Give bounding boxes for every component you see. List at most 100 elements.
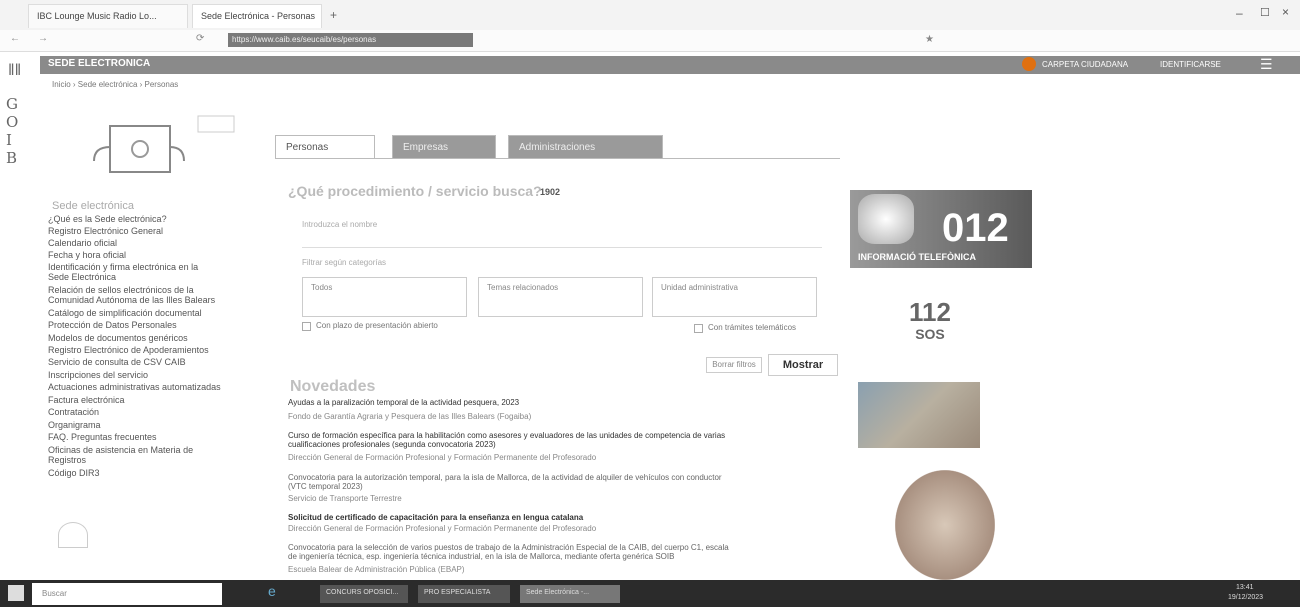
- breadcrumb: Inicio › Sede electrónica › Personas: [52, 80, 179, 89]
- sidebar-link[interactable]: Oficinas de asistencia en Materia de: [48, 445, 193, 455]
- filter-card-unidad[interactable]: Unidad administrativa: [652, 277, 817, 317]
- news-title[interactable]: Convocatoria para la selección de varios…: [288, 543, 729, 552]
- tab-personas[interactable]: Personas: [275, 135, 375, 159]
- news-title[interactable]: Ayudas a la paralización temporal de la …: [288, 398, 519, 407]
- results-count: 1902: [540, 187, 561, 197]
- sidebar-link[interactable]: Protección de Datos Personales: [48, 320, 177, 330]
- filter-card-label: Unidad administrativa: [661, 283, 738, 292]
- sidebar-link[interactable]: Registros: [48, 455, 86, 465]
- sidebar-link[interactable]: Servicio de consulta de CSV CAIB: [48, 357, 186, 367]
- news-source: Escuela Balear de Administración Pública…: [288, 565, 465, 574]
- star-icon[interactable]: ★: [925, 34, 934, 45]
- rail-letter: B: [6, 149, 18, 167]
- banner-112[interactable]: 112 SOS: [900, 298, 960, 356]
- news-title[interactable]: Solicitud de certificado de capacitación…: [288, 513, 583, 522]
- taskbar-app[interactable]: CONCURS OPOSICI...: [320, 585, 408, 603]
- sidebar-link[interactable]: Actuaciones administrativas automatizada…: [48, 382, 221, 392]
- search-input[interactable]: [302, 234, 822, 248]
- sidebar-link[interactable]: Identificación y firma electrónica en la: [48, 262, 198, 272]
- browser-tab-radio[interactable]: IBC Lounge Music Radio Lo...: [28, 4, 188, 28]
- logo-icon: [58, 522, 88, 548]
- address-bar: [0, 30, 1300, 52]
- banner-112-number: 112: [909, 297, 951, 327]
- sidebar-link[interactable]: Calendario oficial: [48, 238, 117, 248]
- rail-letter: O: [6, 113, 19, 131]
- filter-card-temas[interactable]: Temas relacionados: [478, 277, 643, 317]
- mostrar-button[interactable]: Mostrar: [768, 354, 838, 376]
- identificarse-link[interactable]: IDENTIFICARSE: [1160, 60, 1221, 69]
- browser-tab-sede[interactable]: Sede Electrónica - Personas: [192, 4, 322, 28]
- search-label: Introduzca el nombre: [302, 220, 378, 229]
- banner-photo[interactable]: [858, 382, 980, 448]
- clock-date: 19/12/2023: [1228, 594, 1264, 601]
- breadcrumb-item[interactable]: Inicio: [52, 80, 71, 89]
- rail-letter: G: [6, 95, 18, 113]
- tab-administraciones[interactable]: Administraciones: [508, 135, 663, 159]
- taskbar-app[interactable]: Sede Electrónica -...: [520, 585, 620, 603]
- sidebar-link[interactable]: Factura electrónica: [48, 395, 125, 405]
- sidebar-link[interactable]: Organigrama: [48, 420, 101, 430]
- carpeta-link[interactable]: CARPETA CIUDADANA: [1042, 60, 1128, 69]
- novedades-title: Novedades: [290, 378, 376, 395]
- filter-label: Filtrar según categorías: [302, 258, 387, 267]
- sidebar-title: Sede electrónica: [52, 200, 134, 212]
- news-title[interactable]: Curso de formación específica para la ha…: [288, 431, 725, 440]
- forward-icon[interactable]: →: [38, 33, 48, 44]
- sidebar-link[interactable]: Modelos de documentos genéricos: [48, 333, 188, 343]
- news-title[interactable]: (VTC temporal 2023): [288, 482, 363, 491]
- hamburger-icon[interactable]: ☰: [1260, 56, 1273, 73]
- new-tab-icon[interactable]: +: [330, 8, 337, 22]
- checkbox-plazo[interactable]: [302, 322, 311, 331]
- sidebar-link[interactable]: Inscripciones del servicio: [48, 370, 148, 380]
- sidebar-link[interactable]: Registro Electrónico de Apoderamientos: [48, 345, 209, 355]
- sidebar-link[interactable]: ¿Qué es la Sede electrónica?: [48, 214, 167, 224]
- sidebar-link[interactable]: Registro Electrónico General: [48, 226, 163, 236]
- site-title[interactable]: SEDE ELECTRONICA: [48, 58, 150, 69]
- close-icon[interactable]: ×: [1282, 5, 1289, 19]
- sidebar-link[interactable]: Relación de sellos electrónicos de la: [48, 285, 194, 295]
- breadcrumb-item[interactable]: Sede electrónica: [78, 80, 138, 89]
- clear-filters-button[interactable]: Borrar filtros: [706, 357, 762, 373]
- news-source: Dirección General de Formación Profesion…: [288, 524, 597, 533]
- checkbox-telematicos-label: Con trámites telemáticos: [708, 323, 797, 332]
- maximize-icon[interactable]: ☐: [1260, 6, 1270, 19]
- banner-012[interactable]: 012 INFORMACIÓ TELEFÒNICA: [850, 190, 1032, 268]
- face-image: [858, 194, 914, 244]
- news-title[interactable]: de ingeniería técnica, esp. ingeniería t…: [288, 552, 674, 561]
- menu-icon[interactable]: ǁǁ: [8, 62, 21, 80]
- checkbox-telematicos[interactable]: [694, 324, 703, 333]
- breadcrumb-item: Personas: [144, 80, 179, 89]
- news-source: Dirección General de Formación Profesion…: [288, 453, 597, 462]
- banner-112-sos: SOS: [915, 326, 945, 342]
- news-source: Servicio de Transporte Terrestre: [288, 494, 402, 503]
- edge-icon[interactable]: e: [268, 583, 276, 599]
- minimize-icon[interactable]: –: [1236, 6, 1243, 20]
- news-title[interactable]: cualificaciones profesionales (segunda c…: [288, 440, 496, 449]
- sidebar-link[interactable]: Sede Electrónica: [48, 272, 116, 282]
- sidebar-link[interactable]: FAQ. Preguntas frecuentes: [48, 432, 157, 442]
- sidebar-link[interactable]: Catálogo de simplificación documental: [48, 308, 202, 318]
- url-field[interactable]: https://www.caib.es/seucaib/es/personas: [228, 33, 473, 47]
- sidebar-link[interactable]: Código DIR3: [48, 468, 100, 478]
- sidebar-link[interactable]: Fecha y hora oficial: [48, 250, 126, 260]
- tab-empresas[interactable]: Empresas: [392, 135, 496, 159]
- sede-illustration: [93, 115, 235, 173]
- rail-letter: I: [6, 131, 12, 149]
- back-icon[interactable]: ←: [10, 33, 20, 44]
- checkbox-plazo-label: Con plazo de presentación abierto: [316, 321, 438, 330]
- taskbar-search[interactable]: Buscar: [32, 583, 222, 605]
- clock-time: 13:41: [1236, 584, 1254, 591]
- refresh-icon[interactable]: ⟳: [196, 33, 204, 44]
- news-title[interactable]: Convocatoria para la autorización tempor…: [288, 473, 722, 482]
- banner-boy-photo[interactable]: [895, 470, 995, 580]
- page-title: ¿Qué procedimiento / servicio busca?: [288, 183, 542, 199]
- windows-start-icon[interactable]: [8, 585, 24, 601]
- sidebar-link[interactable]: Contratación: [48, 407, 99, 417]
- user-icon: [1022, 57, 1036, 71]
- tab-divider: [275, 158, 840, 159]
- sidebar-link[interactable]: Comunidad Autónoma de las Illes Balears: [48, 295, 215, 305]
- banner-012-text: INFORMACIÓ TELEFÒNICA: [858, 252, 976, 262]
- taskbar-app[interactable]: PRO ESPECIALISTA: [418, 585, 510, 603]
- filter-card-todos[interactable]: Todos: [302, 277, 467, 317]
- filter-card-label: Todos: [311, 283, 333, 292]
